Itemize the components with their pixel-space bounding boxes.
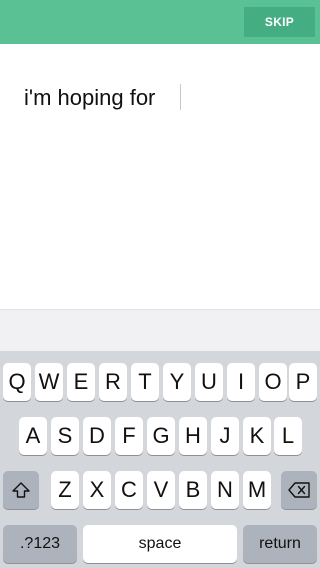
key-m[interactable]: M [243, 471, 271, 509]
keyboard: Q W E R T Y U I O P A S D F G H J K L Z … [0, 351, 320, 568]
key-k[interactable]: K [243, 417, 271, 455]
key-q[interactable]: Q [3, 363, 31, 401]
delete-key[interactable] [281, 471, 317, 509]
key-j[interactable]: J [211, 417, 239, 455]
typed-text: i'm hoping for [24, 85, 162, 110]
numbers-key[interactable]: .?123 [3, 525, 77, 563]
key-d[interactable]: D [83, 417, 111, 455]
key-y[interactable]: Y [163, 363, 191, 401]
key-p[interactable]: P [289, 363, 317, 401]
key-b[interactable]: B [179, 471, 207, 509]
key-s[interactable]: S [51, 417, 79, 455]
shift-icon [12, 482, 30, 498]
key-n[interactable]: N [211, 471, 239, 509]
key-c[interactable]: C [115, 471, 143, 509]
keyboard-suggestion-bar [0, 309, 320, 352]
key-a[interactable]: A [19, 417, 47, 455]
key-z[interactable]: Z [51, 471, 79, 509]
key-x[interactable]: X [83, 471, 111, 509]
top-bar: SKIP [0, 0, 320, 44]
shift-key[interactable] [3, 471, 39, 509]
return-key[interactable]: return [243, 525, 317, 563]
space-key[interactable]: space [83, 525, 237, 563]
key-v[interactable]: V [147, 471, 175, 509]
key-h[interactable]: H [179, 417, 207, 455]
key-i[interactable]: I [227, 363, 255, 401]
key-r[interactable]: R [99, 363, 127, 401]
skip-button[interactable]: SKIP [244, 7, 315, 37]
key-l[interactable]: L [274, 417, 302, 455]
delete-icon [288, 482, 310, 498]
key-e[interactable]: E [67, 363, 95, 401]
key-f[interactable]: F [115, 417, 143, 455]
key-g[interactable]: G [147, 417, 175, 455]
text-input-area[interactable]: i'm hoping for [0, 44, 320, 309]
key-t[interactable]: T [131, 363, 159, 401]
key-o[interactable]: O [259, 363, 287, 401]
text-cursor [180, 84, 181, 110]
key-w[interactable]: W [35, 363, 63, 401]
key-u[interactable]: U [195, 363, 223, 401]
